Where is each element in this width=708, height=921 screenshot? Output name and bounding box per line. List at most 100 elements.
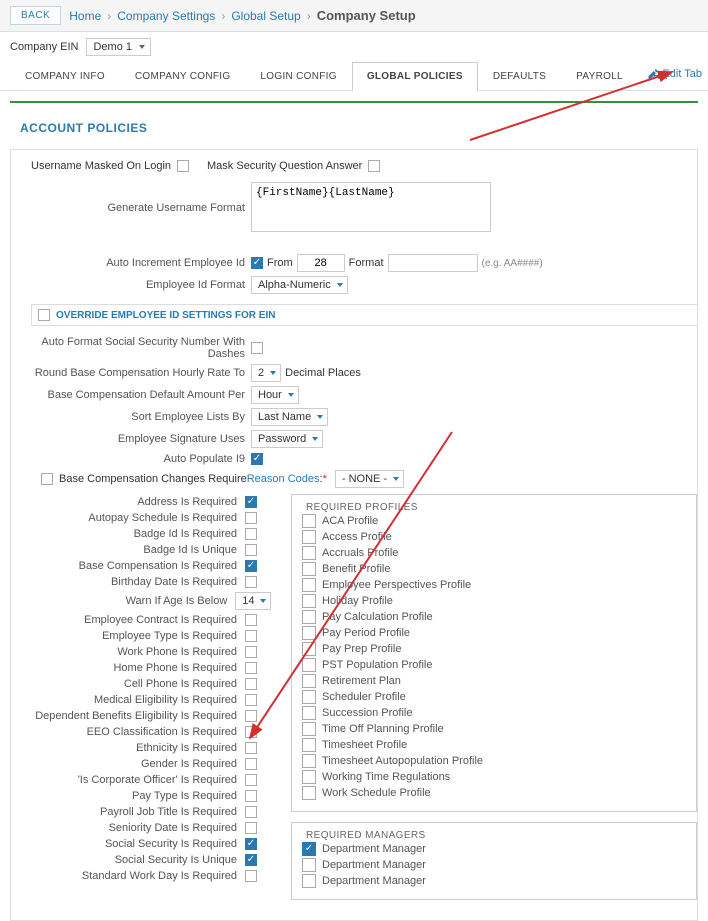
eeo-required-checkbox[interactable] — [245, 726, 257, 738]
required-star: * — [323, 473, 327, 485]
profile-checkbox[interactable] — [302, 626, 316, 640]
ssn-dashes-checkbox[interactable] — [251, 342, 263, 354]
profile-checkbox[interactable] — [302, 738, 316, 752]
bc-default-per-select[interactable]: Hour — [251, 386, 299, 404]
address-required-checkbox[interactable] — [245, 496, 257, 508]
profile-label: Working Time Regulations — [322, 771, 450, 783]
profile-checkbox[interactable] — [302, 514, 316, 528]
edit-tab-link[interactable]: Edit Tab — [647, 68, 702, 80]
profile-checkbox[interactable] — [302, 658, 316, 672]
profile-checkbox[interactable] — [302, 722, 316, 736]
auto-populate-i9-label: Auto Populate I9 — [11, 453, 251, 465]
seniority-required-checkbox[interactable] — [245, 822, 257, 834]
decimal-places-label: Decimal Places — [285, 367, 361, 379]
username-masked-label: Username Masked On Login — [31, 160, 171, 172]
crumb-home[interactable]: Home — [69, 9, 101, 23]
bc-changes-require-label: Base Compensation Changes Require — [59, 473, 247, 485]
badge-required-checkbox[interactable] — [245, 528, 257, 540]
tab-company-info[interactable]: COMPANY INFO — [10, 62, 120, 90]
crumb-global-setup[interactable]: Global Setup — [231, 9, 300, 23]
format-input[interactable] — [388, 254, 478, 272]
profile-checkbox[interactable] — [302, 674, 316, 688]
back-button[interactable]: BACK — [10, 6, 61, 25]
dependent-benefits-required-checkbox[interactable] — [245, 710, 257, 722]
tab-login-config[interactable]: LOGIN CONFIG — [245, 62, 351, 90]
warn-age-label: Warn If Age Is Below — [11, 595, 233, 607]
tab-company-config[interactable]: COMPANY CONFIG — [120, 62, 246, 90]
override-ein-checkbox[interactable] — [38, 309, 50, 321]
home-phone-required-checkbox[interactable] — [245, 662, 257, 674]
profile-label: Scheduler Profile — [322, 691, 406, 703]
ss-unique-checkbox[interactable] — [245, 854, 257, 866]
tab-defaults[interactable]: DEFAULTS — [478, 62, 561, 90]
reason-codes-select[interactable]: - NONE - — [335, 470, 404, 488]
crumb-company-settings[interactable]: Company Settings — [117, 9, 215, 23]
eeo-required-label: EEO Classification Is Required — [11, 726, 243, 738]
gender-required-label: Gender Is Required — [11, 758, 243, 770]
profile-label: Employee Perspectives Profile — [322, 579, 471, 591]
tab-global-policies[interactable]: GLOBAL POLICIES — [352, 62, 478, 91]
corporate-officer-required-checkbox[interactable] — [245, 774, 257, 786]
manager-checkbox[interactable] — [302, 874, 316, 888]
profile-checkbox[interactable] — [302, 530, 316, 544]
from-value-input[interactable] — [297, 254, 345, 272]
signature-uses-select[interactable]: Password — [251, 430, 323, 448]
ein-select[interactable]: Demo 1 — [86, 38, 151, 56]
cell-phone-required-checkbox[interactable] — [245, 678, 257, 690]
sort-lists-select[interactable]: Last Name — [251, 408, 328, 426]
employee-id-format-select[interactable]: Alpha-Numeric — [251, 276, 348, 294]
pay-type-required-checkbox[interactable] — [245, 790, 257, 802]
work-phone-required-checkbox[interactable] — [245, 646, 257, 658]
profile-checkbox[interactable] — [302, 642, 316, 656]
page-title: Company Setup — [317, 8, 416, 23]
profile-row: Accruals Profile — [302, 545, 686, 561]
emp-contract-required-checkbox[interactable] — [245, 614, 257, 626]
ein-label: Company EIN — [10, 41, 78, 53]
bc-changes-require-checkbox[interactable] — [41, 473, 53, 485]
account-policies-section: Username Masked On Login Mask Security Q… — [10, 149, 698, 921]
generate-username-format-input[interactable] — [251, 182, 491, 232]
profile-row: Scheduler Profile — [302, 689, 686, 705]
mask-security-question-checkbox[interactable] — [368, 160, 380, 172]
lower-two-col: Address Is Required Autopay Schedule Is … — [11, 494, 697, 910]
profile-row: PST Population Profile — [302, 657, 686, 673]
std-workday-required-checkbox[interactable] — [245, 870, 257, 882]
gender-required-checkbox[interactable] — [245, 758, 257, 770]
profile-checkbox[interactable] — [302, 786, 316, 800]
job-title-required-checkbox[interactable] — [245, 806, 257, 818]
profile-row: ACA Profile — [302, 513, 686, 529]
warn-age-select[interactable]: 14 — [235, 592, 271, 610]
medical-eligibility-required-checkbox[interactable] — [245, 694, 257, 706]
work-phone-required-label: Work Phone Is Required — [11, 646, 243, 658]
bc-required-checkbox[interactable] — [245, 560, 257, 572]
profile-checkbox[interactable] — [302, 562, 316, 576]
profile-checkbox[interactable] — [302, 594, 316, 608]
emp-type-required-checkbox[interactable] — [245, 630, 257, 642]
manager-checkbox[interactable] — [302, 858, 316, 872]
profile-checkbox[interactable] — [302, 610, 316, 624]
manager-checkbox[interactable] — [302, 842, 316, 856]
profile-checkbox[interactable] — [302, 690, 316, 704]
profile-row: Benefit Profile — [302, 561, 686, 577]
mask-security-question-label: Mask Security Question Answer — [207, 160, 362, 172]
auto-increment-checkbox[interactable] — [251, 257, 263, 269]
tab-payroll[interactable]: PAYROLL — [561, 62, 638, 90]
autopay-required-checkbox[interactable] — [245, 512, 257, 524]
birthday-required-checkbox[interactable] — [245, 576, 257, 588]
profile-checkbox[interactable] — [302, 578, 316, 592]
profile-checkbox[interactable] — [302, 706, 316, 720]
auto-populate-i9-checkbox[interactable] — [251, 453, 263, 465]
required-fields-column: Address Is Required Autopay Schedule Is … — [11, 494, 271, 910]
ethnicity-required-checkbox[interactable] — [245, 742, 257, 754]
profile-checkbox[interactable] — [302, 546, 316, 560]
profile-checkbox[interactable] — [302, 754, 316, 768]
top-checks-row: Username Masked On Login Mask Security Q… — [31, 160, 697, 180]
badge-unique-checkbox[interactable] — [245, 544, 257, 556]
ss-required-checkbox[interactable] — [245, 838, 257, 850]
username-masked-checkbox[interactable] — [177, 160, 189, 172]
override-ein-label: OVERRIDE EMPLOYEE ID SETTINGS FOR EIN — [56, 310, 275, 321]
emp-contract-required-label: Employee Contract Is Required — [11, 614, 243, 626]
round-rate-label: Round Base Compensation Hourly Rate To — [11, 367, 251, 379]
reason-codes-link[interactable]: Reason Codes — [247, 473, 320, 485]
round-rate-select[interactable]: 2 — [251, 364, 281, 382]
